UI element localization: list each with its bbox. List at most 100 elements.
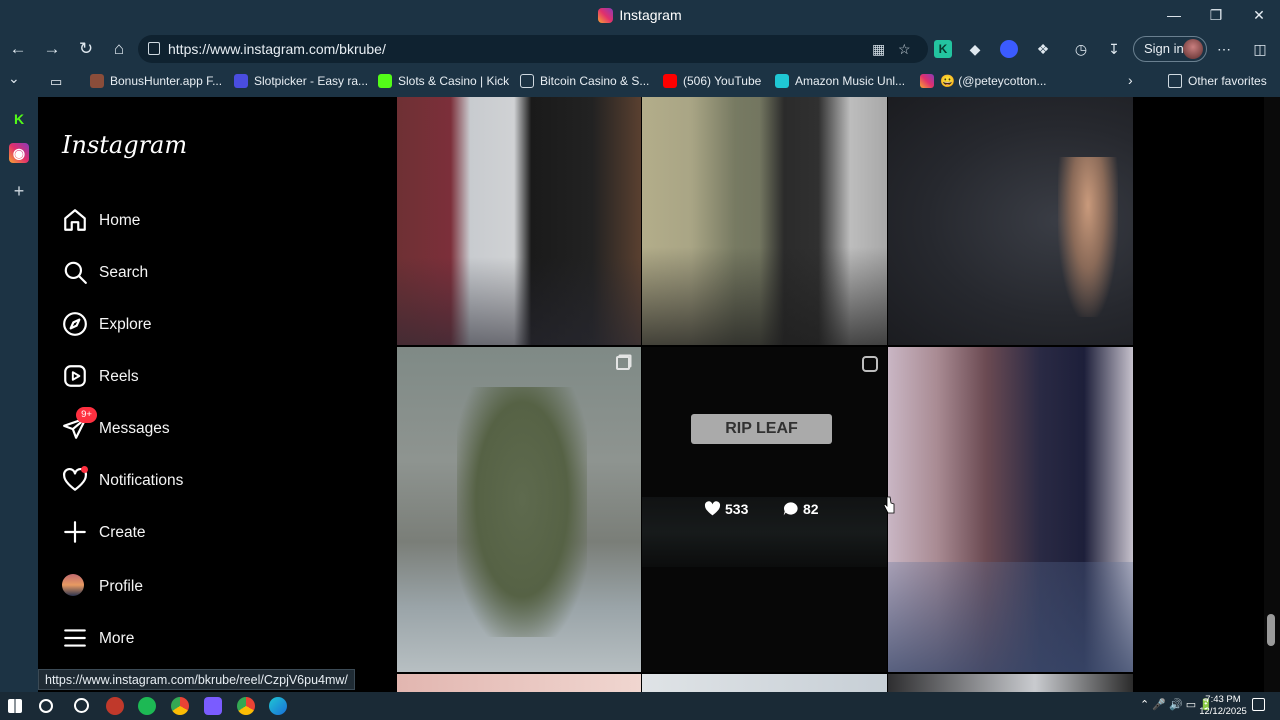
favorite-item-4[interactable]: (506) YouTube (663, 74, 761, 88)
edge-sidebar: K ◉ + (0, 97, 38, 692)
profile-avatar (62, 574, 84, 596)
favorite-item-1[interactable]: Slotpicker - Easy ra... (234, 74, 368, 88)
favorites-bar: ⌄ ▭ BonusHunter.app F... Slotpicker - Ea… (0, 66, 1280, 97)
tab-actions-icon[interactable]: ⌄ (8, 70, 20, 87)
favorite-icon (520, 74, 534, 88)
nav-explore[interactable]: Explore (62, 311, 362, 341)
download-icon[interactable]: ↧ (1105, 40, 1123, 58)
hamburger-menu-icon (64, 629, 86, 647)
scrollbar-track[interactable] (1264, 97, 1280, 692)
favorite-icon (234, 74, 248, 88)
favorite-item-3[interactable]: Bitcoin Casino & S... (520, 74, 649, 88)
link-status-url: https://www.instagram.com/bkrube/reel/Cz… (38, 669, 355, 690)
avatar (1183, 39, 1203, 59)
favorite-item-6[interactable]: 😀 (@peteycotton... (920, 74, 1047, 88)
favorite-label: (506) YouTube (683, 74, 762, 88)
photo-floor (397, 257, 641, 345)
post-thumbnail[interactable] (642, 97, 887, 345)
app-icon-purple[interactable] (204, 697, 222, 715)
instagram-tab-icon[interactable]: ◉ (9, 143, 29, 163)
nav-reels[interactable]: Reels (62, 363, 362, 393)
instagram-logo[interactable]: Instagram (62, 131, 187, 159)
favorites-overflow-icon[interactable]: › (1128, 72, 1133, 88)
nav-home[interactable]: Home (62, 207, 362, 237)
explore-compass-icon (63, 312, 87, 336)
nav-label: Home (99, 212, 141, 229)
post-thumbnail-hovered[interactable]: RIP LEAF 533 82 (642, 347, 887, 672)
settings-gear-icon[interactable] (74, 698, 89, 713)
favorite-star-icon[interactable]: ☆ (898, 35, 911, 63)
nav-more[interactable]: More (62, 625, 362, 655)
favorite-item-5[interactable]: Amazon Music Unl... (775, 74, 905, 88)
favorite-item-0[interactable]: BonusHunter.app F... (90, 74, 222, 88)
page-gutter (1133, 97, 1280, 692)
chrome-icon[interactable] (171, 697, 189, 715)
app-view-icon[interactable]: ▦ (872, 35, 885, 63)
search-taskbar-icon[interactable] (39, 699, 53, 713)
refresh-icon[interactable]: ↻ (73, 37, 99, 61)
notification-center-icon[interactable] (1252, 698, 1265, 711)
edge-icon[interactable] (269, 697, 287, 715)
address-bar[interactable]: https://www.instagram.com/bkrube/ ▦ ☆ (138, 35, 928, 63)
scrollbar-thumb[interactable] (1267, 614, 1275, 646)
nav-profile[interactable]: Profile (62, 573, 362, 603)
nav-search[interactable]: Search (62, 259, 362, 289)
post-thumbnail[interactable] (397, 97, 641, 345)
instagram-tab-icon (598, 8, 614, 23)
post-thumbnail[interactable] (642, 674, 887, 692)
nav-label: Explore (99, 316, 152, 333)
clock[interactable]: 7:43 PM 12/12/2025 (1198, 694, 1248, 718)
post-thumbnail[interactable] (888, 674, 1133, 692)
nav-label: Notifications (99, 472, 184, 489)
extensions-icon[interactable]: ❖ (1034, 40, 1052, 58)
back-icon[interactable]: ← (5, 37, 31, 61)
favorite-item-2[interactable]: Slots & Casino | Kick (378, 74, 509, 88)
window-title-text: Instagram (619, 7, 682, 23)
nav-label: Profile (99, 578, 143, 595)
post-thumbnail[interactable] (397, 674, 641, 692)
hover-overlay (642, 347, 887, 672)
home-browser-icon[interactable]: ⌂ (106, 37, 132, 61)
sign-in-button[interactable]: Sign in (1133, 36, 1207, 62)
lock-icon[interactable] (148, 42, 160, 55)
comment-icon (783, 502, 798, 516)
maximize-button[interactable]: ❐ (1202, 4, 1230, 26)
carousel-icon (616, 356, 630, 370)
app-icon-red[interactable] (106, 697, 124, 715)
nav-create[interactable]: Create (62, 519, 362, 549)
new-tab-icon[interactable]: + (9, 181, 29, 201)
spotify-icon[interactable] (138, 697, 156, 715)
windows-taskbar: ⌃ 🎤 🔊 ▭ 🔋 7:43 PM 12/12/2025 (0, 692, 1280, 720)
collections-icon[interactable]: ▭ (50, 74, 62, 90)
start-windows-icon[interactable] (8, 699, 22, 713)
nav-notifications[interactable]: Notifications (62, 466, 362, 497)
photo-jeans (888, 562, 1133, 672)
nav-label: Create (99, 524, 146, 541)
chrome-icon[interactable] (237, 697, 255, 715)
more-options-icon[interactable]: ⋯ (1215, 40, 1233, 58)
post-thumbnail[interactable] (888, 347, 1133, 672)
extension-blue-icon[interactable] (1000, 40, 1018, 58)
history-icon[interactable]: ◷ (1072, 40, 1090, 58)
extension-diamond-icon[interactable]: ◆ (966, 40, 984, 58)
close-button[interactable]: ✕ (1245, 4, 1273, 26)
minimize-button[interactable]: — (1160, 4, 1188, 26)
amazon-music-icon (775, 74, 789, 88)
other-favorites[interactable]: Other favorites (1168, 74, 1267, 88)
hand-cursor-icon (883, 496, 895, 514)
search-icon (64, 261, 87, 284)
reel-icon (862, 356, 878, 372)
post-thumbnail[interactable] (397, 347, 641, 672)
sidebar-toggle-icon[interactable]: ◫ (1251, 40, 1269, 58)
post-thumbnail[interactable] (888, 97, 1133, 345)
messages-badge: 9+ (76, 407, 97, 423)
forward-icon[interactable]: → (39, 37, 65, 61)
nav-messages[interactable]: 9+ Messages (62, 407, 362, 445)
nav-label: Messages (99, 420, 170, 437)
likes-count: 533 (704, 501, 748, 517)
posts-grid: RIP LEAF 533 82 (397, 97, 1133, 692)
kick-extension-icon[interactable]: K (934, 40, 952, 58)
kick-tab-icon[interactable]: K (9, 109, 29, 129)
reels-icon (64, 365, 86, 387)
favorite-label: Slotpicker - Easy ra... (254, 74, 369, 88)
